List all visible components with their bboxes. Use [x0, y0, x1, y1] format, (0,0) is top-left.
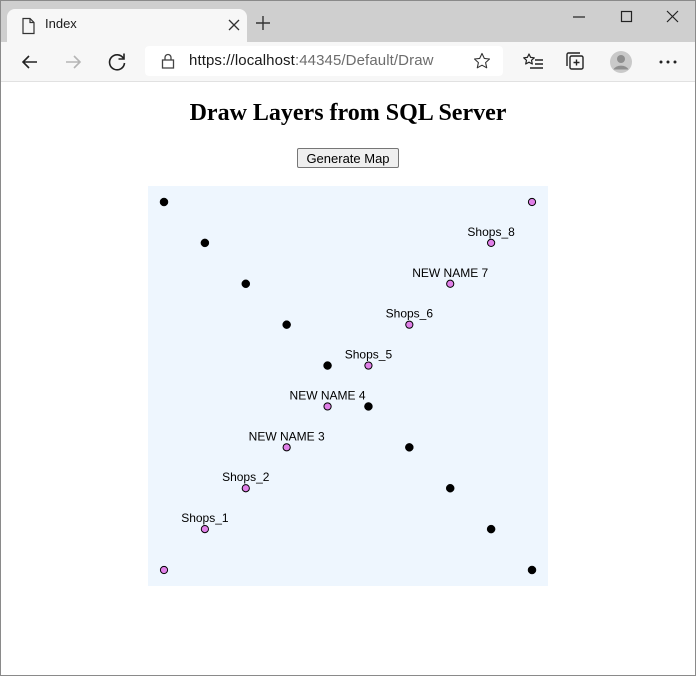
lock-icon — [161, 53, 175, 69]
map-point-label: Shops_5 — [345, 348, 393, 362]
map-point-layer2 — [323, 402, 332, 411]
map-point-layer1 — [445, 483, 455, 493]
map-point-layer1 — [364, 402, 373, 411]
map-point-layer2 — [200, 525, 209, 534]
url-text: https://localhost:44345/Default/Draw — [189, 52, 434, 69]
map-point-layer2 — [364, 361, 373, 370]
map-point-layer1 — [200, 238, 210, 248]
map-point-layer2 — [241, 484, 250, 493]
map-point-layer2 — [405, 320, 414, 329]
favorite-star-icon[interactable] — [473, 52, 491, 70]
address-bar[interactable]: https://localhost:44345/Default/Draw — [145, 46, 503, 76]
maximize-icon — [620, 10, 633, 23]
maximize-button[interactable] — [604, 5, 650, 29]
minimize-icon — [573, 16, 585, 18]
map-point-layer1 — [241, 279, 251, 289]
refresh-icon[interactable] — [105, 50, 129, 74]
favorites-list-icon[interactable] — [521, 50, 545, 74]
forward-arrow-icon[interactable] — [61, 50, 85, 74]
close-tab-icon[interactable] — [225, 16, 243, 34]
map-point-layer1 — [486, 524, 496, 534]
profile-avatar-icon[interactable] — [609, 50, 633, 74]
map-point-layer1 — [527, 565, 537, 575]
map-point-layer2 — [527, 197, 537, 207]
map-point-label: Shops_6 — [386, 307, 434, 321]
new-tab-icon[interactable] — [254, 14, 272, 32]
page-title: Draw Layers from SQL Server — [189, 100, 507, 126]
collections-icon[interactable] — [564, 50, 588, 74]
map-point-layer2 — [282, 443, 291, 452]
map-point-label: Shops_2 — [222, 470, 270, 484]
browser-window: Index https://localhost:44345/Default/Dr… — [0, 0, 696, 676]
map-point-layer2 — [487, 238, 496, 247]
browser-toolbar: https://localhost:44345/Default/Draw — [1, 42, 695, 82]
minimize-button[interactable] — [556, 5, 602, 29]
map-point-label: NEW NAME 3 — [249, 429, 325, 443]
map-point-layer1 — [282, 320, 291, 329]
page-icon — [22, 17, 35, 35]
url-host: https://localhost — [189, 52, 295, 69]
close-window-button[interactable] — [650, 5, 695, 29]
map-point-layer2 — [446, 279, 455, 288]
more-options-icon[interactable] — [656, 50, 680, 74]
map-background — [148, 186, 548, 586]
map-point-label: NEW NAME 7 — [412, 266, 488, 280]
map-point-label: Shops_1 — [181, 511, 229, 525]
browser-tab[interactable]: Index — [7, 9, 247, 42]
map-point-layer2 — [159, 565, 169, 575]
title-bar: Index — [1, 1, 695, 42]
back-arrow-icon[interactable] — [18, 50, 42, 74]
url-path: :44345/Default/Draw — [294, 52, 434, 69]
map-canvas: Shops_1 Shops_2 NEW NAME 3 NEW NAME 4 Shops_… — [148, 186, 548, 586]
map-point-label: Shops_8 — [467, 225, 515, 239]
close-icon — [666, 10, 679, 23]
tab-title: Index — [45, 16, 77, 31]
page-content: Draw Layers from SQL Server Generate Map… — [1, 82, 695, 675]
map-point-layer1 — [159, 197, 169, 207]
generate-map-button[interactable]: Generate Map — [297, 148, 399, 168]
map-point-layer1 — [323, 361, 332, 370]
map-point-layer1 — [405, 443, 414, 452]
map-point-label: NEW NAME 4 — [290, 388, 366, 402]
